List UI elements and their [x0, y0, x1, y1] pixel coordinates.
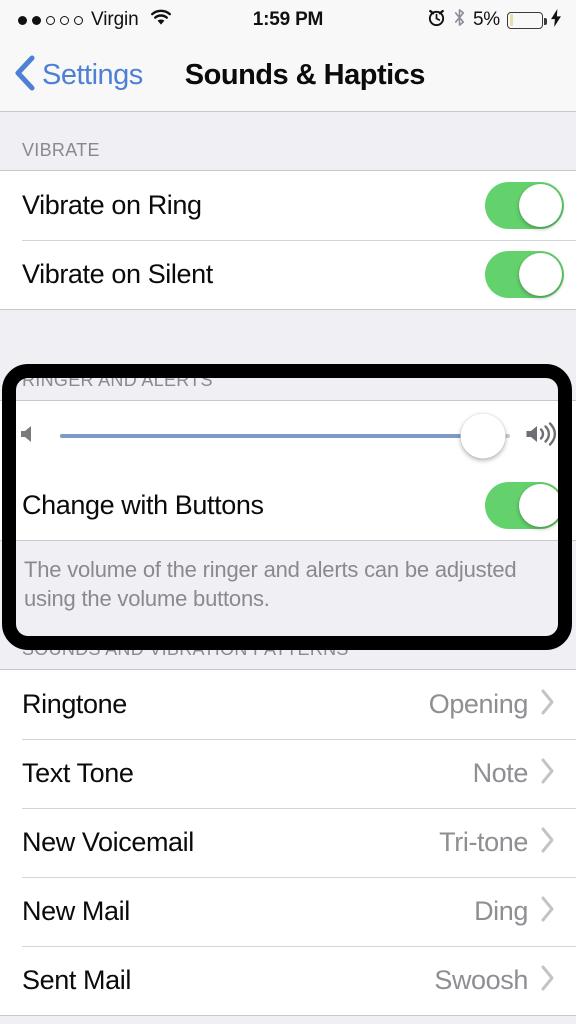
- speaker-high-icon: [524, 419, 562, 454]
- section-gap: [0, 310, 576, 358]
- row-label: New Voicemail: [22, 827, 194, 858]
- section-header-sounds-and-vibration-patterns: SOUNDS AND VIBRATION PATTERNS: [22, 639, 349, 660]
- row-vibrate-on-silent[interactable]: Vibrate on Silent: [0, 240, 576, 309]
- signal-dot-empty: [60, 15, 69, 25]
- row-accessory: [485, 182, 564, 229]
- status-bar: Virgin 1:59 PM 5%: [0, 0, 576, 40]
- signal-dot-filled: [18, 15, 27, 25]
- signal-dot-empty: [46, 15, 55, 25]
- toggle-vibrate-on-silent[interactable]: [485, 251, 564, 298]
- navigation-bar: Settings Sounds & Haptics: [0, 40, 576, 112]
- row-text-tone[interactable]: Text Tone Note: [0, 739, 576, 809]
- toggle-vibrate-on-ring[interactable]: [485, 182, 564, 229]
- row-ringer-volume-slider[interactable]: [0, 401, 576, 471]
- bluetooth-icon: [453, 8, 466, 32]
- slider-knob[interactable]: [460, 413, 506, 459]
- chevron-right-icon: [540, 826, 556, 859]
- row-label: Vibrate on Ring: [22, 190, 202, 220]
- alarm-clock-icon: [427, 8, 446, 32]
- wifi-icon: [149, 9, 173, 32]
- sounds-group: Ringtone Opening Text Tone Note New Voic…: [0, 669, 576, 1017]
- row-label: Ringtone: [22, 689, 127, 720]
- row-change-with-buttons[interactable]: Change with Buttons: [0, 471, 576, 540]
- page-title: Sounds & Haptics: [184, 59, 426, 91]
- battery-fill: [509, 14, 513, 26]
- row-value: Ding: [474, 896, 528, 927]
- chevron-right-icon: [540, 757, 556, 790]
- section-header-vibrate: VIBRATE: [22, 140, 100, 160]
- row-accessory: [485, 251, 564, 298]
- signal-dot-empty: [74, 15, 83, 25]
- speaker-low-icon: [18, 421, 44, 452]
- signal-dot-filled: [32, 15, 41, 25]
- toggle-knob: [519, 484, 562, 527]
- toggle-change-with-buttons[interactable]: [485, 482, 564, 529]
- battery-percentage: 5%: [472, 9, 500, 30]
- chevron-right-icon: [540, 688, 556, 721]
- row-value: Tri-tone: [439, 827, 528, 858]
- chevron-right-icon: [540, 895, 556, 928]
- row-label: Vibrate on Silent: [22, 259, 213, 289]
- row-accessory: Opening: [429, 688, 560, 721]
- row-accessory: Swoosh: [434, 964, 560, 997]
- row-ringtone[interactable]: Ringtone Opening: [0, 670, 576, 740]
- row-new-voicemail[interactable]: New Voicemail Tri-tone: [0, 808, 576, 878]
- status-bar-left: Virgin: [18, 9, 173, 32]
- status-bar-clock: 1:59 PM: [252, 9, 324, 30]
- row-new-mail[interactable]: New Mail Ding: [0, 877, 576, 947]
- row-label: Sent Mail: [22, 965, 131, 996]
- section-header-ringer-and-alerts: RINGER AND ALERTS: [22, 370, 213, 390]
- row-value: Swoosh: [434, 965, 528, 996]
- toggle-knob: [519, 253, 562, 296]
- row-accessory: [485, 482, 564, 529]
- ringer-footer-note: The volume of the ringer and alerts can …: [0, 541, 576, 634]
- row-label: New Mail: [22, 896, 130, 927]
- vibrate-group: Vibrate on Ring Vibrate on Silent: [0, 170, 576, 310]
- row-value: Note: [472, 758, 529, 789]
- row-accessory: Tri-tone: [439, 826, 560, 859]
- back-button-label: Settings: [42, 59, 143, 91]
- chevron-left-icon: [14, 55, 36, 96]
- chevron-right-icon: [540, 964, 556, 997]
- volume-slider[interactable]: [60, 413, 510, 460]
- row-accessory: Ding: [474, 895, 560, 928]
- carrier-name: Virgin: [91, 9, 139, 30]
- slider-fill: [60, 434, 483, 438]
- row-value: Opening: [428, 689, 529, 720]
- ringer-and-alerts-section: RINGER AND ALERTS Change with Buttons Th…: [0, 358, 576, 634]
- row-accessory: Note: [473, 757, 560, 790]
- status-bar-right: 5%: [427, 8, 562, 32]
- ringer-group: Change with Buttons: [0, 400, 576, 541]
- row-sent-mail[interactable]: Sent Mail Swoosh: [0, 946, 576, 1016]
- toggle-knob: [519, 184, 562, 227]
- lightning-bolt-icon: [550, 8, 562, 32]
- row-vibrate-on-ring[interactable]: Vibrate on Ring: [0, 171, 576, 240]
- battery-icon: [507, 11, 547, 29]
- iphone-settings-screen: Virgin 1:59 PM 5% Settings Sounds & Hapt…: [0, 0, 576, 1024]
- row-label: Change with Buttons: [22, 490, 264, 520]
- back-button[interactable]: Settings: [14, 55, 143, 96]
- signal-strength-dots: [18, 15, 83, 25]
- row-label: Text Tone: [22, 758, 134, 789]
